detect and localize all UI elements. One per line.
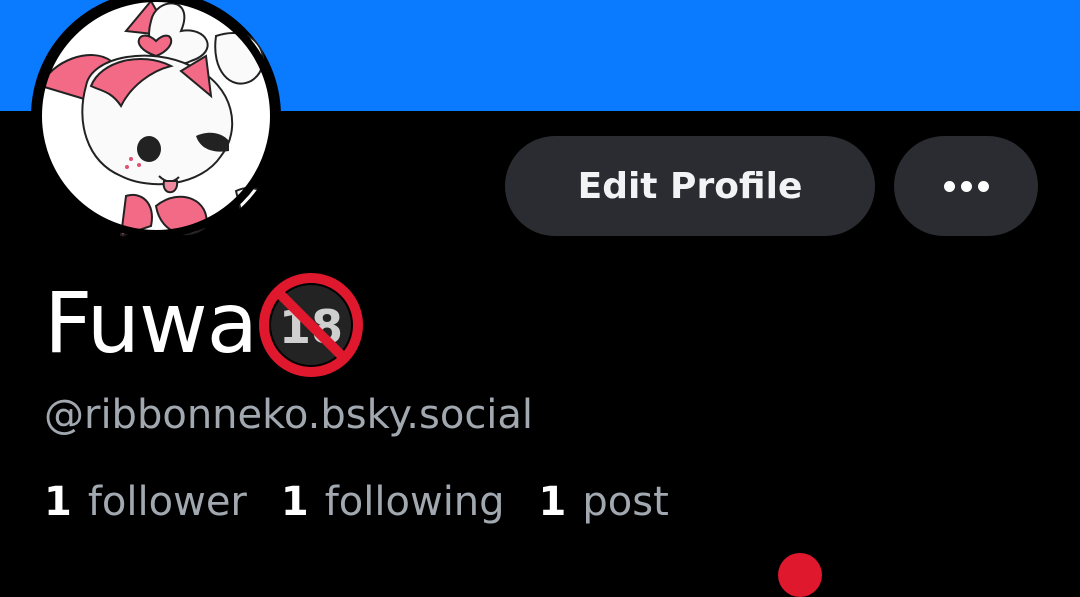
followers-label: follower [87,479,247,525]
followers-count: 1 [44,479,72,525]
avatar[interactable] [31,0,281,241]
profile-stats: 1 follower 1 following 1 post [44,482,703,522]
partial-red-icon [778,553,822,597]
ellipsis-icon-dot [960,180,972,192]
no-one-under-eighteen-icon: 18 [259,273,364,377]
following-count: 1 [280,479,309,525]
profile-handle: @ribbonneko.bsky.social [44,392,534,438]
edit-profile-button[interactable]: Edit Profile [505,136,875,236]
posts-count: 1 [538,479,567,525]
following-label: following [324,479,505,525]
posts-label: post [582,479,669,525]
avatar-character-illustration [34,0,278,238]
display-name: Fuwa [44,274,258,372]
posts-stat: 1 post [539,482,669,522]
more-options-button[interactable] [894,136,1038,236]
followers-stat[interactable]: 1 follower [44,482,247,522]
profile-name-row: Fuwa 18 [44,268,369,378]
ellipsis-icon [943,180,955,192]
ellipsis-icon-dot [977,180,989,192]
following-stat[interactable]: 1 following [281,482,505,522]
